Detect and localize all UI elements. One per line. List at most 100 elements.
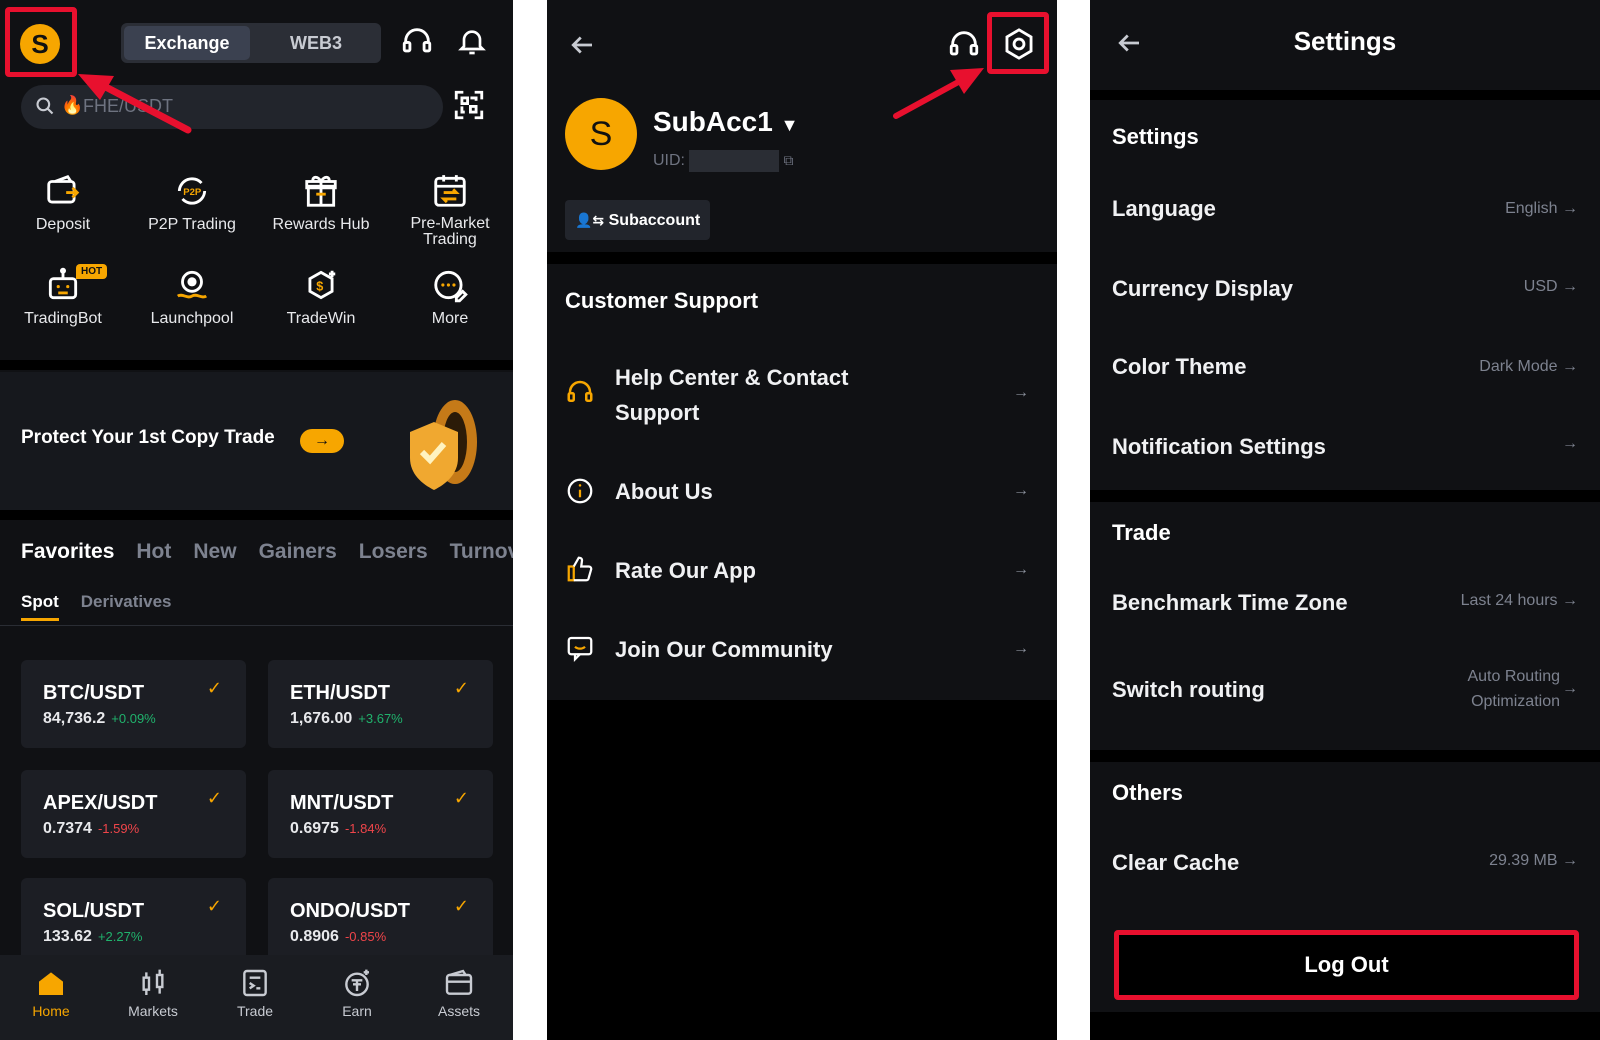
check-icon[interactable]: ✓ — [207, 678, 222, 699]
candlestick-icon — [142, 969, 164, 995]
pair-name: ONDO/USDT — [290, 900, 410, 922]
search-icon — [35, 96, 55, 116]
tab-gainers[interactable]: Gainers — [259, 540, 337, 563]
account-name[interactable]: SubAcc1 ▼ — [653, 106, 798, 138]
settings-header: Settings — [1090, 0, 1600, 90]
tab-favorites[interactable]: Favorites — [21, 540, 114, 563]
home-icon — [39, 972, 63, 995]
pair-name: ETH/USDT — [290, 682, 390, 704]
customer-support-section: Customer Support Help Center & Contact S… — [547, 264, 1057, 700]
check-icon[interactable]: ✓ — [454, 896, 469, 917]
copy-icon[interactable]: ⧉ — [783, 152, 793, 168]
market-tabs: Favorites Hot New Gainers Losers Turnov — [21, 540, 513, 564]
uid-row: UID: ⧉ — [653, 150, 793, 172]
scan-icon[interactable] — [452, 88, 492, 128]
subaccount-chip[interactable]: 👤⇆ Subaccount — [565, 200, 711, 240]
favorite-card[interactable]: ETH/USDT 1,676.00 +3.67% ✓ — [268, 660, 493, 748]
thumbs-up-icon — [565, 554, 595, 584]
back-arrow-icon[interactable] — [567, 30, 597, 60]
pair-name: SOL/USDT — [43, 900, 145, 922]
quick-action-launchpool[interactable]: Launchpool — [129, 266, 255, 328]
promo-title: Protect Your 1st Copy Trade — [21, 427, 275, 448]
check-icon[interactable]: ✓ — [454, 678, 469, 699]
arrow-right-icon: → — [1562, 680, 1578, 697]
quick-action-label: Deposit — [35, 216, 91, 233]
favorite-card[interactable]: SOL/USDT 133.62 +2.27% ✓ — [21, 878, 246, 966]
subtab-derivatives[interactable]: Derivatives — [81, 592, 172, 611]
page-title: Settings — [1293, 26, 1397, 56]
pair-name: BTC/USDT — [43, 682, 145, 704]
quick-action-label: Pre-Market Trading — [410, 215, 490, 248]
pair-change: -1.59% — [97, 821, 140, 836]
nav-markets[interactable]: Markets — [102, 967, 204, 1019]
pair-price: 0.6975 -1.84% — [290, 820, 387, 837]
avatar[interactable]: S — [565, 98, 637, 170]
quick-action-label: TradeWin — [286, 310, 356, 327]
check-icon[interactable]: ✓ — [207, 788, 222, 809]
nav-label: Assets — [437, 1003, 480, 1019]
quick-action-tradewin[interactable]: $ TradeWin — [258, 266, 384, 328]
quick-action-p2p[interactable]: P2P P2P Trading — [129, 172, 255, 234]
nav-home[interactable]: Home — [0, 967, 102, 1019]
pair-change: -0.85% — [344, 929, 387, 944]
quick-action-more[interactable]: More — [387, 266, 513, 328]
check-icon[interactable]: ✓ — [454, 788, 469, 809]
quick-action-pre-market[interactable]: Pre-Market Trading — [387, 172, 513, 248]
tab-exchange[interactable]: Exchange — [124, 26, 250, 60]
avatar-highlight-box — [5, 7, 77, 77]
user-switch-icon: 👤⇆ — [575, 212, 605, 228]
quick-action-deposit[interactable]: Deposit — [0, 172, 126, 234]
quick-action-rewards[interactable]: Rewards Hub — [258, 172, 384, 234]
nav-trade[interactable]: Trade — [204, 967, 306, 1019]
favorite-card[interactable]: APEX/USDT 0.7374 -1.59% ✓ — [21, 770, 246, 858]
profile-screen: S SubAcc1 ▼ UID: ⧉ 👤⇆ Subaccount Custome… — [547, 0, 1057, 1040]
tab-hot[interactable]: Hot — [136, 540, 171, 563]
profile-header: S SubAcc1 ▼ UID: ⧉ 👤⇆ Subaccount — [547, 0, 1057, 252]
earn-icon — [345, 969, 369, 997]
tab-new[interactable]: New — [193, 540, 236, 563]
pair-price: 0.7374 -1.59% — [43, 820, 140, 837]
uid-redacted — [689, 150, 779, 172]
quick-action-tradingbot[interactable]: TradingBot — [0, 266, 126, 328]
logout-button[interactable]: Log Out — [1114, 930, 1579, 1000]
check-icon[interactable]: ✓ — [207, 896, 222, 917]
arrow-right-icon: → — [1562, 435, 1578, 452]
bottom-nav: Home Markets Trade Earn Assets — [0, 955, 513, 1040]
nav-earn[interactable]: Earn — [306, 967, 408, 1019]
more-icon — [434, 270, 468, 303]
row-label: Help Center & Contact Support — [615, 365, 849, 425]
nav-label: Markets — [128, 1003, 178, 1019]
pair-price: 84,736.2 +0.09% — [43, 710, 156, 727]
headset-icon[interactable] — [947, 27, 981, 61]
arrow-right-icon: → — [1013, 561, 1029, 578]
caret-down-icon: ▼ — [780, 115, 799, 135]
favorite-card[interactable]: MNT/USDT 0.6975 -1.84% ✓ — [268, 770, 493, 858]
home-header: S Exchange WEB3 🔥 FHE/USDT — [0, 0, 513, 140]
pair-change: -1.84% — [344, 821, 387, 836]
tab-losers[interactable]: Losers — [359, 540, 428, 563]
favorite-card[interactable]: ONDO/USDT 0.8906 -0.85% ✓ — [268, 878, 493, 966]
pair-price: 133.62 +2.27% — [43, 928, 143, 945]
pair-price: 0.8906 -0.85% — [290, 928, 387, 945]
row-label: Currency Display — [1112, 276, 1293, 301]
nav-assets[interactable]: Assets — [408, 967, 510, 1019]
divider — [0, 625, 513, 626]
settings-section: Settings Language English → Currency Dis… — [1090, 100, 1600, 490]
subtab-spot[interactable]: Spot — [21, 592, 59, 621]
bell-icon[interactable] — [456, 24, 496, 64]
p2p-icon: P2P — [177, 177, 207, 205]
launchpool-icon — [176, 270, 208, 299]
tab-web3[interactable]: WEB3 — [251, 23, 381, 63]
tab-turnover[interactable]: Turnov — [450, 540, 513, 563]
promo-arrow-button[interactable]: → — [300, 429, 344, 453]
section-title: Settings — [1112, 124, 1199, 149]
logout-section: Log Out — [1090, 912, 1600, 1012]
headset-icon[interactable] — [400, 24, 440, 64]
row-value: Auto Routing Optimization → — [1467, 668, 1578, 710]
favorite-card[interactable]: BTC/USDT 84,736.2 +0.09% ✓ — [21, 660, 246, 748]
wallet-icon — [445, 969, 473, 995]
promo-banner[interactable]: Protect Your 1st Copy Trade → — [0, 372, 513, 510]
section-title: Customer Support — [565, 288, 759, 313]
others-section: Others Clear Cache 29.39 MB → — [1090, 762, 1600, 912]
quick-action-label: TradingBot — [24, 310, 102, 327]
